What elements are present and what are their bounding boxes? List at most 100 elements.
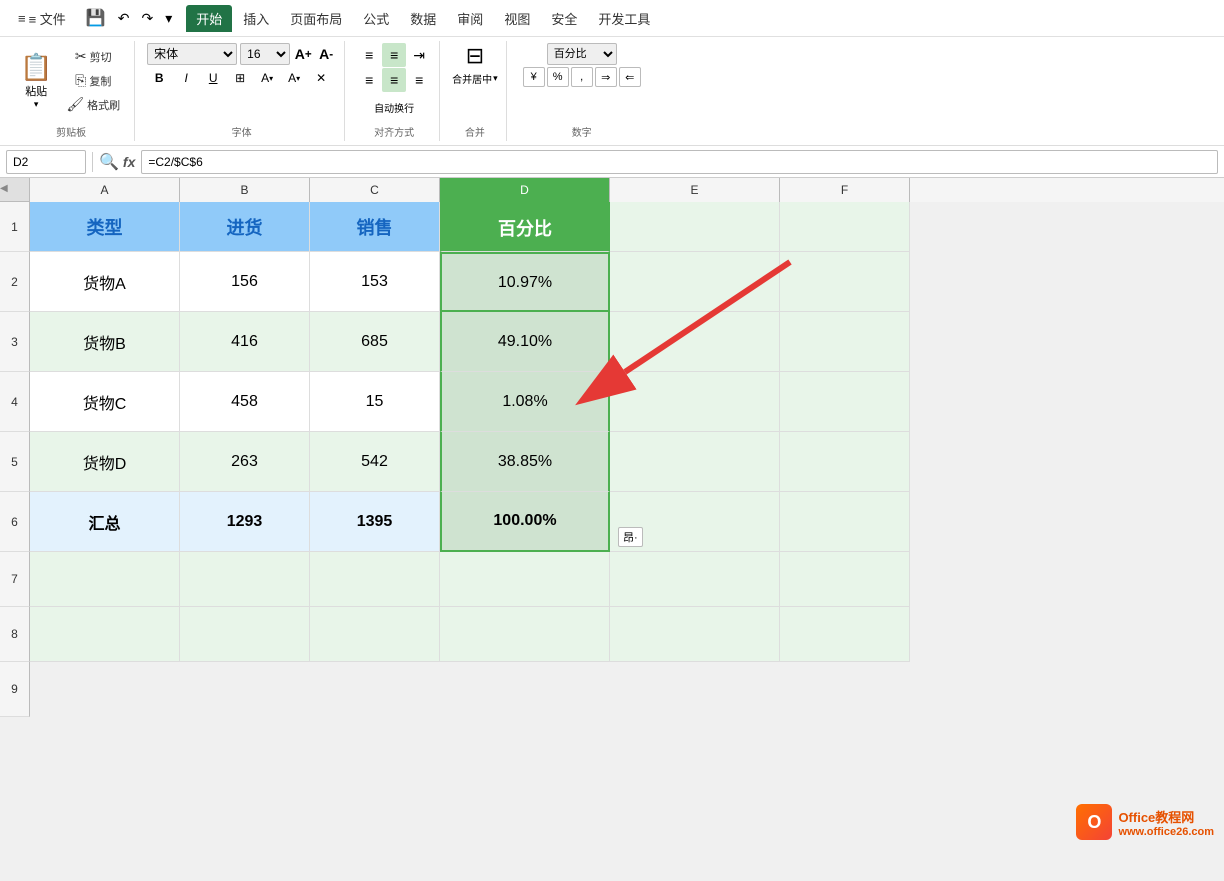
tab-home[interactable]: 开始 xyxy=(186,5,232,32)
cell-e7[interactable] xyxy=(610,552,780,607)
cell-d5[interactable]: 38.85% xyxy=(440,432,610,492)
file-menu[interactable]: ≡ ≡ 文件 xyxy=(8,5,76,32)
cell-f7[interactable] xyxy=(780,552,910,607)
align-center-button[interactable]: ≡ xyxy=(382,43,406,67)
tab-page-layout[interactable]: 页面布局 xyxy=(280,5,352,32)
cell-c5[interactable]: 542 xyxy=(310,432,440,492)
autofill-icon[interactable]: 昂· xyxy=(618,527,643,547)
cell-f5[interactable] xyxy=(780,432,910,492)
cell-e6[interactable]: 昂· xyxy=(610,492,780,552)
paste-button[interactable]: 📋 粘贴 ▾ xyxy=(16,48,56,114)
align-top-left-button[interactable]: ≡ xyxy=(357,43,381,67)
decrease-decimal-btn[interactable]: ⇐ xyxy=(619,67,641,87)
wrap-text-button[interactable]: 自动换行 xyxy=(371,96,417,118)
align-right-button[interactable]: ≡ xyxy=(407,68,431,92)
tab-developer[interactable]: 开发工具 xyxy=(588,5,660,32)
cell-e4[interactable] xyxy=(610,372,780,432)
underline-button[interactable]: U xyxy=(201,67,225,89)
font-color-dropdown[interactable]: ▾ xyxy=(296,74,300,83)
cell-e2[interactable] xyxy=(610,252,780,312)
font-size-select[interactable]: 16 xyxy=(240,43,290,65)
tab-insert[interactable]: 插入 xyxy=(233,5,279,32)
cut-button[interactable]: ✂ 剪切 xyxy=(60,46,126,67)
align-bottom-left-button[interactable]: ≡ xyxy=(357,68,381,92)
cell-a4[interactable]: 货物C xyxy=(30,372,180,432)
merge-dropdown[interactable]: ▾ xyxy=(493,73,498,84)
row-header-1[interactable]: 1 xyxy=(0,202,30,252)
cell-c2[interactable]: 153 xyxy=(310,252,440,312)
cell-d4[interactable]: 1.08% xyxy=(440,372,610,432)
undo-icon[interactable]: ↶ xyxy=(114,8,134,29)
comma-btn[interactable]: , xyxy=(571,67,593,87)
cell-c7[interactable] xyxy=(310,552,440,607)
font-size-decrease-button[interactable]: A- xyxy=(316,44,336,64)
italic-button[interactable]: I xyxy=(174,67,198,89)
cell-a2[interactable]: 货物A xyxy=(30,252,180,312)
row-header-2[interactable]: 2 xyxy=(0,252,30,312)
fill-color-dropdown[interactable]: ▾ xyxy=(269,74,273,83)
tab-formula[interactable]: 公式 xyxy=(353,5,399,32)
cell-a6[interactable]: 汇总 xyxy=(30,492,180,552)
row-header-3[interactable]: 3 xyxy=(0,312,30,372)
expand-icon[interactable]: ▾ xyxy=(161,8,176,29)
increase-decimal-btn[interactable]: ⇒ xyxy=(595,67,617,87)
cell-f6[interactable] xyxy=(780,492,910,552)
font-name-select[interactable]: 宋体 xyxy=(147,43,237,65)
cell-d2[interactable]: 10.97% xyxy=(440,252,610,312)
tab-security[interactable]: 安全 xyxy=(541,5,587,32)
formula-input[interactable] xyxy=(141,150,1218,174)
cell-a3[interactable]: 货物B xyxy=(30,312,180,372)
merge-center-button[interactable]: ⊟ xyxy=(466,43,484,69)
copy-button[interactable]: ⎘ 复制 xyxy=(60,70,126,91)
col-header-e[interactable]: E xyxy=(610,178,780,202)
col-header-c[interactable]: C xyxy=(310,178,440,202)
cell-d8[interactable] xyxy=(440,607,610,662)
row-header-9[interactable]: 9 xyxy=(0,662,30,717)
redo-icon[interactable]: ↷ xyxy=(137,8,157,29)
font-size-increase-button[interactable]: A+ xyxy=(293,44,313,64)
fill-color-button[interactable]: A ▾ xyxy=(255,67,279,89)
col-header-a[interactable]: A xyxy=(30,178,180,202)
cell-b7[interactable] xyxy=(180,552,310,607)
align-indent-button[interactable]: ⇥ xyxy=(407,43,431,67)
row-header-7[interactable]: 7 xyxy=(0,552,30,607)
cell-f4[interactable] xyxy=(780,372,910,432)
paste-dropdown-icon[interactable]: ▾ xyxy=(34,99,39,110)
row-header-8[interactable]: 8 xyxy=(0,607,30,662)
row-header-4[interactable]: 4 xyxy=(0,372,30,432)
save-icon[interactable]: 💾 xyxy=(82,6,110,30)
cell-b1[interactable]: 进货 xyxy=(180,202,310,252)
cell-a7[interactable] xyxy=(30,552,180,607)
col-header-f[interactable]: F xyxy=(780,178,910,202)
cell-d6[interactable]: 100.00% xyxy=(440,492,610,552)
cell-f3[interactable] xyxy=(780,312,910,372)
cell-a8[interactable] xyxy=(30,607,180,662)
col-header-b[interactable]: B xyxy=(180,178,310,202)
merge-label[interactable]: 合并居中 ▾ xyxy=(452,71,498,86)
cell-b3[interactable]: 416 xyxy=(180,312,310,372)
cell-e5[interactable] xyxy=(610,432,780,492)
cell-a1[interactable]: 类型 xyxy=(30,202,180,252)
cell-reference-input[interactable] xyxy=(6,150,86,174)
tab-data[interactable]: 数据 xyxy=(400,5,446,32)
cell-c6[interactable]: 1395 xyxy=(310,492,440,552)
cell-f8[interactable] xyxy=(780,607,910,662)
font-color-button[interactable]: A ▾ xyxy=(282,67,306,89)
border-button[interactable]: ⊞ xyxy=(228,67,252,89)
cell-b6[interactable]: 1293 xyxy=(180,492,310,552)
tab-review[interactable]: 审阅 xyxy=(447,5,493,32)
cell-b2[interactable]: 156 xyxy=(180,252,310,312)
cell-e3[interactable] xyxy=(610,312,780,372)
cell-b4[interactable]: 458 xyxy=(180,372,310,432)
format-painter-button[interactable]: 🖌 格式刷 xyxy=(60,94,126,115)
clear-button[interactable]: ✕ xyxy=(309,67,333,89)
cell-d1[interactable]: 百分比 xyxy=(440,202,610,252)
currency-btn[interactable]: ¥ xyxy=(523,67,545,87)
cell-e8[interactable] xyxy=(610,607,780,662)
percent-btn[interactable]: % xyxy=(547,67,569,87)
col-header-d[interactable]: D xyxy=(440,178,610,202)
cell-c1[interactable]: 销售 xyxy=(310,202,440,252)
cell-c4[interactable]: 15 xyxy=(310,372,440,432)
row-header-6[interactable]: 6 xyxy=(0,492,30,552)
tab-view[interactable]: 视图 xyxy=(494,5,540,32)
